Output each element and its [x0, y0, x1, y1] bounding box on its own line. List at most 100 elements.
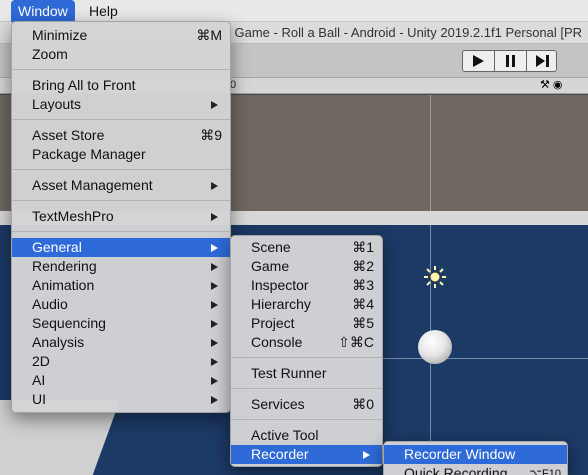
menu-item-label: Recorder	[251, 446, 309, 462]
menu-item-analysis[interactable]: Analysis	[12, 333, 230, 352]
menu-item-label: Hierarchy	[251, 296, 311, 312]
menu-item-shortcut: ⌘9	[200, 127, 222, 143]
recorder-submenu: Recorder Window Quick Recording ⌥F10	[383, 441, 568, 475]
menu-item-services[interactable]: Services ⌘0	[231, 395, 382, 414]
menu-item-quick-recording[interactable]: Quick Recording ⌥F10	[384, 464, 567, 475]
menu-item-ai[interactable]: AI	[12, 371, 230, 390]
menu-item-shortcut: ⌘2	[352, 258, 374, 274]
menu-item-label: Package Manager	[32, 146, 146, 162]
submenu-arrow-icon	[211, 377, 218, 385]
menu-item-label: UI	[32, 391, 46, 407]
menu-item-asset-management[interactable]: Asset Management	[12, 176, 230, 195]
menu-item-label: Inspector	[251, 277, 309, 293]
menu-item-general[interactable]: General	[12, 238, 230, 257]
submenu-arrow-icon	[363, 451, 370, 459]
menu-item-layouts[interactable]: Layouts	[12, 95, 230, 114]
menu-item-label: Animation	[32, 277, 95, 293]
menu-item-minimize[interactable]: Minimize ⌘M	[12, 26, 230, 45]
step-icon	[536, 55, 549, 67]
step-button[interactable]	[527, 51, 558, 71]
player-sphere[interactable]	[418, 330, 452, 364]
menu-separator	[231, 419, 382, 420]
directional-light-icon[interactable]	[424, 266, 446, 288]
submenu-arrow-icon	[211, 213, 218, 221]
menu-item-label: Recorder Window	[404, 446, 516, 462]
submenu-arrow-icon	[211, 301, 218, 309]
menu-item-shortcut: ⌘M	[196, 27, 222, 43]
pause-button[interactable]	[495, 51, 527, 71]
scene-tools[interactable]: ⚒ ◉	[540, 78, 588, 94]
grid-line	[380, 358, 588, 359]
submenu-arrow-icon	[211, 244, 218, 252]
submenu-arrow-icon	[211, 101, 218, 109]
playmode-controls	[462, 50, 557, 72]
menu-separator	[231, 357, 382, 358]
menu-item-console[interactable]: Console ⇧⌘C	[231, 333, 382, 352]
menu-item-label: Asset Management	[32, 177, 153, 193]
grid-line	[430, 95, 431, 211]
submenu-arrow-icon	[211, 358, 218, 366]
menu-item-label: Quick Recording	[404, 465, 508, 475]
menu-item-ui[interactable]: UI	[12, 390, 230, 409]
menu-item-game[interactable]: Game ⌘2	[231, 257, 382, 276]
menu-item-sequencing[interactable]: Sequencing	[12, 314, 230, 333]
menu-item-shortcut: ⌘4	[352, 296, 374, 312]
submenu-arrow-icon	[211, 182, 218, 190]
menu-separator	[12, 169, 230, 170]
menu-item-label: TextMeshPro	[32, 208, 114, 224]
menu-separator	[12, 69, 230, 70]
menu-item-scene[interactable]: Scene ⌘1	[231, 238, 382, 257]
menu-item-label: General	[32, 239, 82, 255]
menu-item-label: Layouts	[32, 96, 82, 112]
menu-item-test-runner[interactable]: Test Runner	[231, 364, 382, 383]
play-icon	[473, 55, 484, 67]
menu-item-recorder[interactable]: Recorder	[231, 445, 382, 464]
menu-item-label: Minimize	[32, 27, 88, 43]
menu-item-recorder-window[interactable]: Recorder Window	[384, 445, 567, 464]
submenu-arrow-icon	[211, 320, 218, 328]
menu-item-label: Asset Store	[32, 127, 105, 143]
menu-item-package-manager[interactable]: Package Manager	[12, 145, 230, 164]
menu-item-bring-all-to-front[interactable]: Bring All to Front	[12, 76, 230, 95]
menu-item-zoom[interactable]: Zoom	[12, 45, 230, 64]
play-button[interactable]	[463, 51, 495, 71]
menu-item-inspector[interactable]: Inspector ⌘3	[231, 276, 382, 295]
menu-item-label: Sequencing	[32, 315, 106, 331]
menu-item-animation[interactable]: Animation	[12, 276, 230, 295]
menu-item-label: Active Tool	[251, 427, 319, 443]
menu-item-project[interactable]: Project ⌘5	[231, 314, 382, 333]
menu-item-label: Bring All to Front	[32, 77, 136, 93]
menu-item-label: Audio	[32, 296, 68, 312]
menu-item-label: Project	[251, 315, 295, 331]
menubar-window[interactable]: Window	[11, 0, 75, 22]
menu-item-active-tool[interactable]: Active Tool	[231, 426, 382, 445]
menu-item-2d[interactable]: 2D	[12, 352, 230, 371]
submenu-arrow-icon	[211, 396, 218, 404]
submenu-arrow-icon	[211, 282, 218, 290]
menu-item-hierarchy[interactable]: Hierarchy ⌘4	[231, 295, 382, 314]
submenu-arrow-icon	[211, 263, 218, 271]
menu-item-asset-store[interactable]: Asset Store ⌘9	[12, 126, 230, 145]
menu-item-textmeshpro[interactable]: TextMeshPro	[12, 207, 230, 226]
menu-item-shortcut: ⌥F10	[529, 468, 561, 475]
menu-separator	[12, 119, 230, 120]
menu-item-shortcut: ⌘3	[352, 277, 374, 293]
menu-item-label: Game	[251, 258, 290, 274]
menu-item-label: AI	[32, 372, 46, 388]
menu-separator	[12, 200, 230, 201]
menu-item-audio[interactable]: Audio	[12, 295, 230, 314]
menu-item-label: Services	[251, 396, 305, 412]
menu-item-label: Rendering	[32, 258, 97, 274]
menu-item-shortcut: ⌘5	[352, 315, 374, 331]
menu-item-label: Console	[251, 334, 303, 350]
menu-item-label: Test Runner	[251, 365, 327, 381]
menu-separator	[231, 388, 382, 389]
submenu-arrow-icon	[211, 339, 218, 347]
menu-item-rendering[interactable]: Rendering	[12, 257, 230, 276]
pause-icon	[506, 55, 515, 67]
menu-bar: Window Help	[0, 0, 588, 22]
menubar-help[interactable]: Help	[82, 0, 125, 22]
menu-item-label: Scene	[251, 239, 291, 255]
window-menu: Minimize ⌘M Zoom Bring All to Front Layo…	[11, 21, 231, 413]
menu-item-label: 2D	[32, 353, 50, 369]
